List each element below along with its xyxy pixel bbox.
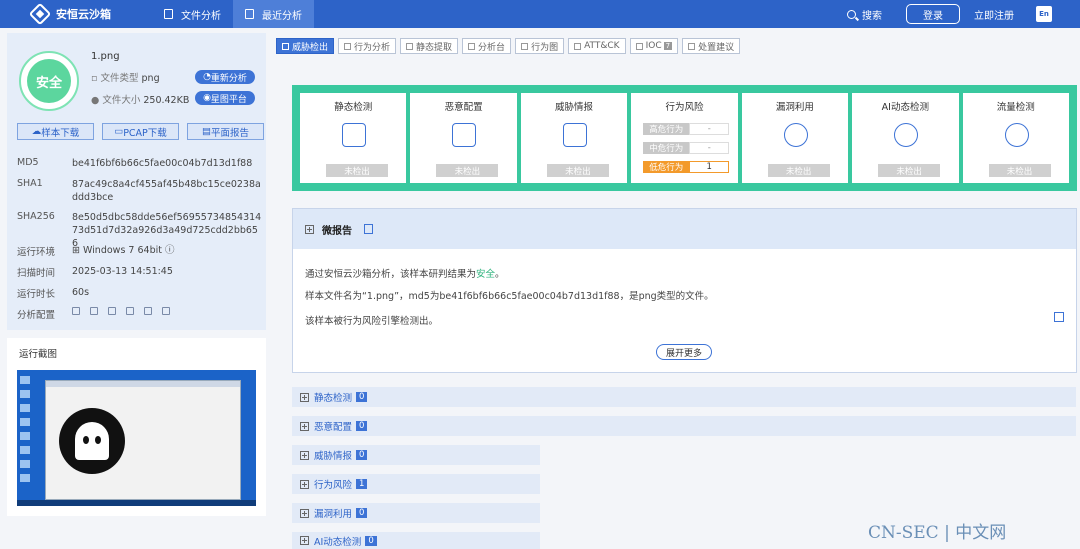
settings-icon [126, 307, 134, 315]
tab-threat-detection[interactable]: 威胁检出 [276, 38, 335, 54]
verdict-badge: 安全 [19, 51, 79, 111]
tab-static-extract[interactable]: 静态提取 [400, 38, 459, 54]
section-static-detection[interactable]: 静态检测 0 [292, 387, 1076, 407]
atom-icon [894, 123, 919, 147]
card-behavior-risk[interactable]: 行为风险 高危行为 - 中危行为 - 低危行为 1 [631, 93, 738, 183]
tab-attck[interactable]: ATT&CK [568, 38, 626, 54]
section-malicious-config[interactable]: 恶意配置 0 [292, 416, 1076, 436]
flat-report-button[interactable]: ▤ 平面报告 [187, 123, 264, 140]
collapse-icon[interactable] [305, 224, 314, 234]
pulse-icon [1004, 123, 1029, 147]
network-icon [72, 307, 80, 315]
main-nav: 文件分析 最近分析 [152, 0, 314, 28]
tab-behavior-graph[interactable]: 行为图 [515, 38, 565, 54]
ghost-icon [59, 408, 125, 474]
document-icon[interactable] [364, 224, 373, 234]
section-behavior-risk[interactable]: 行为风险 1 [292, 474, 540, 494]
risk-medium: 中危行为 - [643, 142, 730, 154]
detection-summary: 静态检测 未检出 恶意配置 未检出 威胁情报 未检出 行为风险 高危行为 - 中危行为 -… [292, 85, 1077, 191]
list-icon [245, 9, 254, 19]
file-info-panel: 安全 1.png ▫ 文件类型 png ● 文件大小 250.42KB ◔ 重新… [7, 33, 266, 330]
image-icon[interactable] [1054, 312, 1064, 322]
search-icon [847, 9, 856, 19]
info-icon: ⓘ [165, 245, 175, 256]
summary-line: 样本文件名为“1.png”，md5为be41f6bf6b66c5fae00c04… [305, 291, 714, 302]
nav-file-analysis[interactable]: 文件分析 [152, 0, 233, 28]
platform-button[interactable]: ◉ 星图平台 [195, 91, 255, 105]
sample-download-button[interactable]: ☁ 样本下载 [17, 123, 94, 140]
report-icon [562, 123, 587, 147]
risk-low: 低危行为 1 [643, 161, 730, 173]
report-tabs: 威胁检出 行为分析 静态提取 分析台 行为图 ATT&CK IOC 7 处置建议 [276, 38, 744, 54]
micro-report: 微报告 通过安恒云沙箱分析，该样本研判结果为安全。 样本文件名为“1.png”，… [292, 208, 1077, 373]
login-button[interactable]: 登录 [906, 4, 960, 24]
section-vuln-exploit[interactable]: 漏洞利用 0 [292, 503, 540, 523]
search-button[interactable]: 搜索 [847, 7, 882, 22]
card-malicious-config[interactable]: 恶意配置 未检出 [410, 93, 517, 183]
tab-behavior-analysis[interactable]: 行为分析 [338, 38, 397, 54]
document-icon [90, 307, 98, 315]
section-threat-intel[interactable]: 威胁情报 0 [292, 445, 540, 465]
monitor-icon [452, 123, 477, 147]
plugin-icon [108, 307, 116, 315]
config-icons [72, 307, 180, 315]
shield-icon [342, 123, 366, 147]
watermark: CN-SEC | 中文网 [868, 523, 1007, 543]
tab-ioc[interactable]: IOC 7 [629, 38, 679, 54]
screenshot-panel: 运行截图 [7, 338, 266, 516]
language-icon[interactable]: En [1036, 6, 1052, 22]
card-static-detection[interactable]: 静态检测 未检出 [300, 93, 407, 183]
pcap-download-button[interactable]: ▭ PCAP下载 [102, 123, 179, 140]
register-link[interactable]: 立即注册 [974, 7, 1014, 22]
nav-recent-analysis[interactable]: 最近分析 [233, 0, 314, 28]
reanalyze-button[interactable]: ◔ 重新分析 [195, 70, 255, 84]
virus-icon [783, 123, 808, 147]
card-vuln-exploit[interactable]: 漏洞利用 未检出 [741, 93, 849, 183]
file-size: ● 文件大小 250.42KB [91, 95, 190, 106]
engine-line: 该样本被行为风险引擎检测出。 [305, 316, 439, 327]
section-ai-dynamic[interactable]: AI动态检测 0 [292, 532, 540, 549]
link-icon [162, 307, 170, 315]
file-icon [164, 9, 173, 19]
risk-high: 高危行为 - [643, 123, 730, 135]
file-name: 1.png [91, 51, 120, 62]
card-ai-dynamic[interactable]: AI动态检测 未检出 [852, 93, 959, 183]
expand-more-button[interactable]: 展开更多 [656, 344, 712, 360]
user-icon [144, 307, 152, 315]
run-screenshot[interactable] [17, 370, 256, 506]
file-type: ▫ 文件类型 png [91, 73, 160, 84]
card-traffic-detection[interactable]: 流量检测 未检出 [962, 93, 1069, 183]
card-threat-intel[interactable]: 威胁情报 未检出 [520, 93, 628, 183]
logo-icon [28, 2, 52, 26]
verdict-line: 通过安恒云沙箱分析，该样本研判结果为安全。 [305, 269, 505, 280]
tab-analysis-desk[interactable]: 分析台 [462, 38, 512, 54]
tab-remediation[interactable]: 处置建议 [682, 38, 741, 54]
logo[interactable]: 安恒云沙箱 [28, 2, 152, 26]
top-bar: 安恒云沙箱 文件分析 最近分析 搜索 登录 立即注册 En [0, 0, 1080, 28]
